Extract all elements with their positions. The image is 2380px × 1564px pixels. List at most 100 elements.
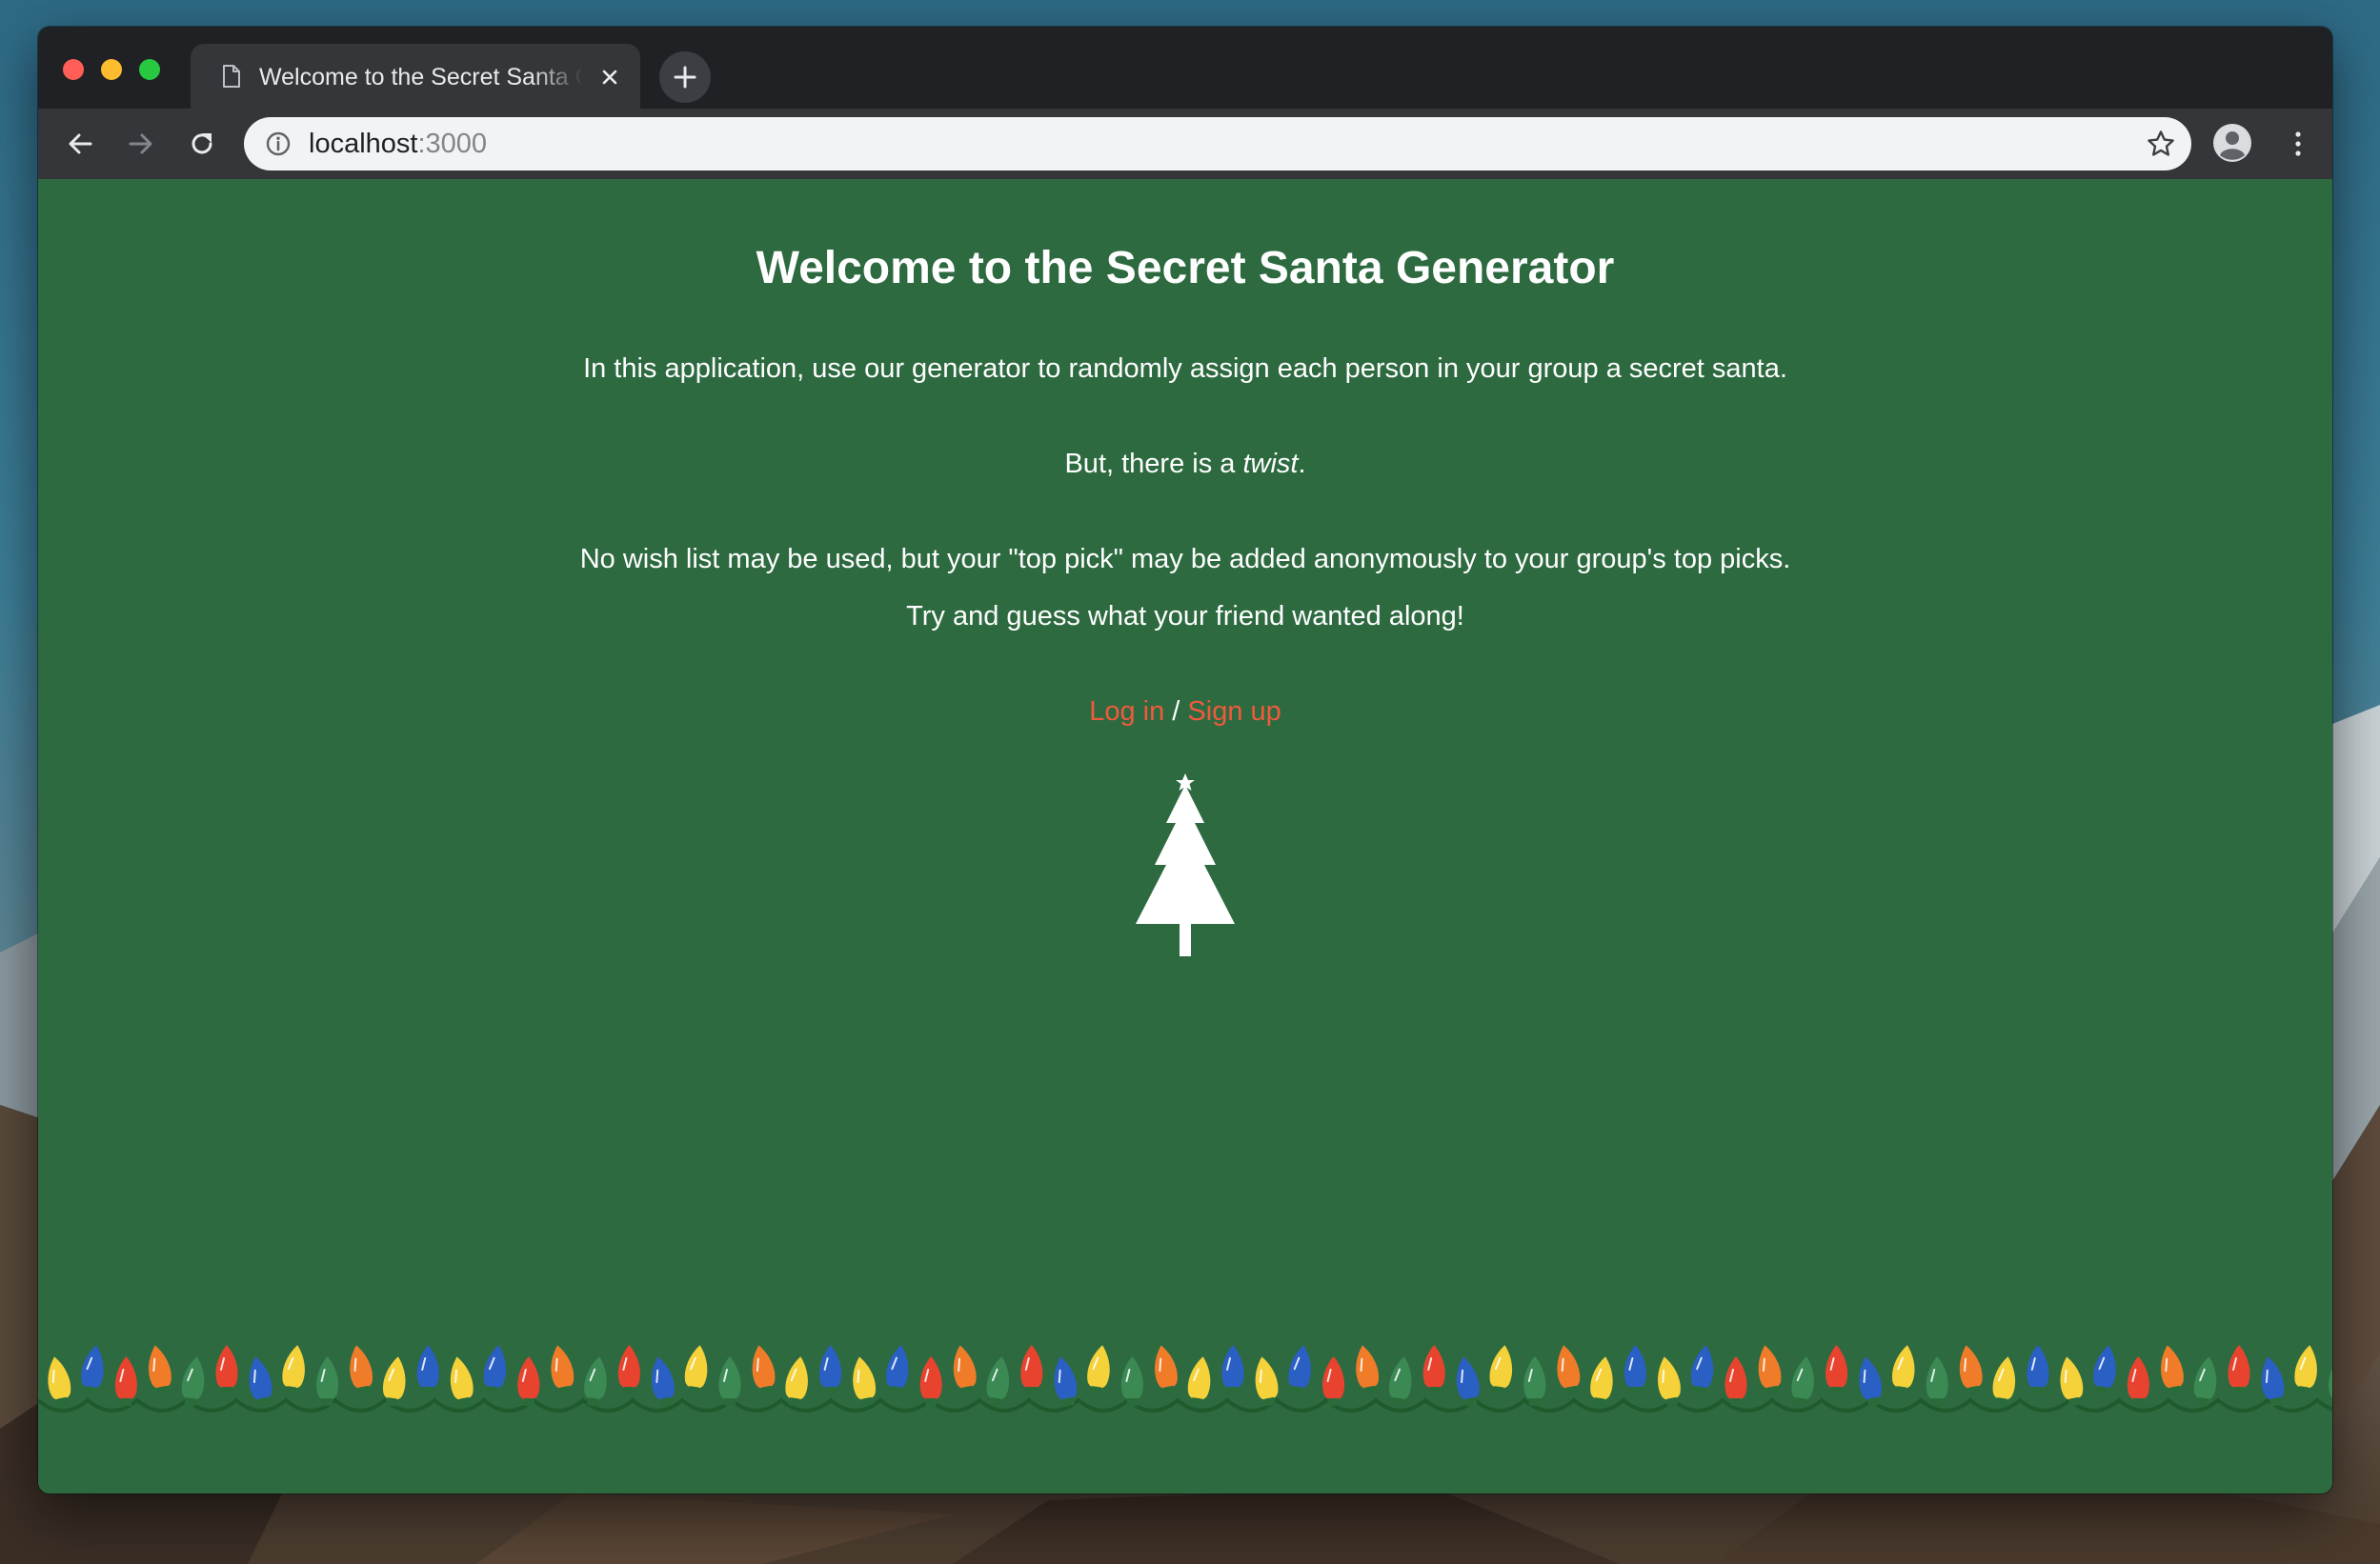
light-bulb xyxy=(1624,1345,1646,1394)
page-title: Welcome to the Secret Santa Generator xyxy=(756,243,1615,293)
christmas-lights xyxy=(38,1345,2332,1413)
url-port: :3000 xyxy=(417,129,488,159)
light-bulb xyxy=(1523,1356,1546,1406)
twist-prefix: But, there is a xyxy=(1064,449,1243,479)
light-bulb xyxy=(1489,1345,1513,1395)
page-content: Welcome to the Secret Santa Generator In… xyxy=(38,179,2332,1494)
zoom-window-button[interactable] xyxy=(139,59,160,80)
star-icon[interactable] xyxy=(2146,129,2176,159)
light-bulb xyxy=(617,1345,640,1394)
rule-text: No wish list may be used, but your "top … xyxy=(579,544,1791,574)
light-bulb xyxy=(2027,1345,2049,1394)
light-bulb xyxy=(1825,1345,1848,1394)
light-bulb xyxy=(853,1356,877,1407)
light-bulb xyxy=(1926,1356,1948,1406)
light-bulb xyxy=(81,1345,104,1395)
info-icon[interactable] xyxy=(265,130,292,157)
lights-wire xyxy=(38,1397,2332,1413)
light-bulb xyxy=(2294,1345,2317,1395)
light-bulb xyxy=(885,1345,909,1395)
light-bulb xyxy=(215,1345,238,1394)
light-bulb xyxy=(450,1356,474,1407)
tab-title: Welcome to the Secret Santa Generator xyxy=(259,64,583,90)
light-bulb xyxy=(1288,1345,1311,1395)
light-bulb xyxy=(785,1356,808,1407)
challenge-text: Try and guess what your friend wanted al… xyxy=(906,601,1464,632)
christmas-tree-icon xyxy=(1136,773,1235,956)
light-bulb xyxy=(1187,1356,1211,1407)
signup-link[interactable]: Sign up xyxy=(1187,696,1281,727)
close-icon[interactable] xyxy=(596,64,623,90)
light-bulb xyxy=(652,1356,675,1407)
light-bulb xyxy=(584,1356,607,1407)
light-bulb xyxy=(1356,1345,1380,1395)
light-bulb xyxy=(919,1356,942,1406)
light-bulb xyxy=(1690,1345,1714,1395)
light-bulb xyxy=(1054,1356,1078,1407)
back-arrow-icon[interactable] xyxy=(63,127,97,161)
plus-icon xyxy=(674,66,696,89)
light-bulb xyxy=(1120,1356,1143,1406)
minimize-window-button[interactable] xyxy=(101,59,122,80)
browser-window: Welcome to the Secret Santa Generator xyxy=(38,27,2332,1494)
light-bulb xyxy=(181,1356,205,1407)
light-bulb xyxy=(551,1345,575,1395)
light-bulb xyxy=(114,1356,137,1406)
light-bulb xyxy=(1791,1356,1814,1407)
light-bulb xyxy=(1658,1356,1681,1407)
light-bulb xyxy=(2060,1356,2084,1407)
light-bulb xyxy=(2193,1356,2217,1407)
reload-icon[interactable] xyxy=(185,127,219,161)
login-link[interactable]: Log in xyxy=(1089,696,1164,727)
light-bulb xyxy=(1422,1345,1445,1394)
light-bulb xyxy=(483,1345,507,1395)
document-icon xyxy=(223,65,240,88)
light-bulb xyxy=(1590,1356,1613,1407)
url-text: localhost:3000 xyxy=(309,130,487,158)
light-bulb xyxy=(1221,1345,1244,1394)
address-bar[interactable]: localhost:3000 xyxy=(244,117,2191,170)
light-bulb xyxy=(2093,1345,2116,1395)
light-bulb xyxy=(2127,1356,2149,1406)
light-bulb xyxy=(249,1356,272,1407)
close-window-button[interactable] xyxy=(63,59,84,80)
new-tab-button[interactable] xyxy=(659,51,711,103)
auth-separator: / xyxy=(1164,696,1188,727)
light-bulb xyxy=(2329,1368,2332,1398)
light-bulb xyxy=(1020,1345,1043,1394)
browser-toolbar: localhost:3000 xyxy=(38,109,2332,179)
twist-suffix: . xyxy=(1298,449,1306,479)
light-bulb xyxy=(752,1345,776,1395)
light-bulb xyxy=(1992,1356,2016,1407)
light-bulb xyxy=(1087,1345,1110,1395)
auth-links: Log in / Sign up xyxy=(38,695,2332,728)
light-bulb xyxy=(149,1345,171,1395)
light-bulb xyxy=(1859,1356,1883,1407)
light-bulb xyxy=(2261,1356,2285,1407)
light-bulb xyxy=(1388,1356,1412,1407)
light-bulb xyxy=(416,1345,439,1394)
light-bulb xyxy=(953,1345,977,1395)
intro-text: In this application, use our generator t… xyxy=(583,353,1787,384)
light-bulb xyxy=(517,1356,540,1406)
twist-word: twist xyxy=(1242,449,1299,479)
tab-active[interactable]: Welcome to the Secret Santa Generator xyxy=(191,44,640,109)
forward-arrow-icon[interactable] xyxy=(124,127,158,161)
light-bulb xyxy=(1891,1345,1915,1395)
light-bulb xyxy=(1959,1345,1983,1395)
light-bulb xyxy=(2228,1345,2250,1394)
light-bulb xyxy=(1155,1345,1178,1395)
light-bulb xyxy=(350,1345,373,1395)
light-bulb xyxy=(1758,1345,1782,1395)
light-bulb xyxy=(1557,1345,1581,1395)
url-host: localhost xyxy=(309,129,418,159)
light-bulb xyxy=(282,1345,305,1395)
light-bulb xyxy=(986,1356,1010,1407)
light-bulb xyxy=(2161,1345,2184,1395)
light-bulb xyxy=(1724,1356,1747,1406)
more-vertical-icon[interactable] xyxy=(2281,127,2315,161)
light-bulb xyxy=(819,1345,842,1394)
tab-bar: Welcome to the Secret Santa Generator xyxy=(38,27,2332,109)
light-bulb xyxy=(718,1356,741,1406)
avatar-icon[interactable] xyxy=(2212,123,2252,163)
